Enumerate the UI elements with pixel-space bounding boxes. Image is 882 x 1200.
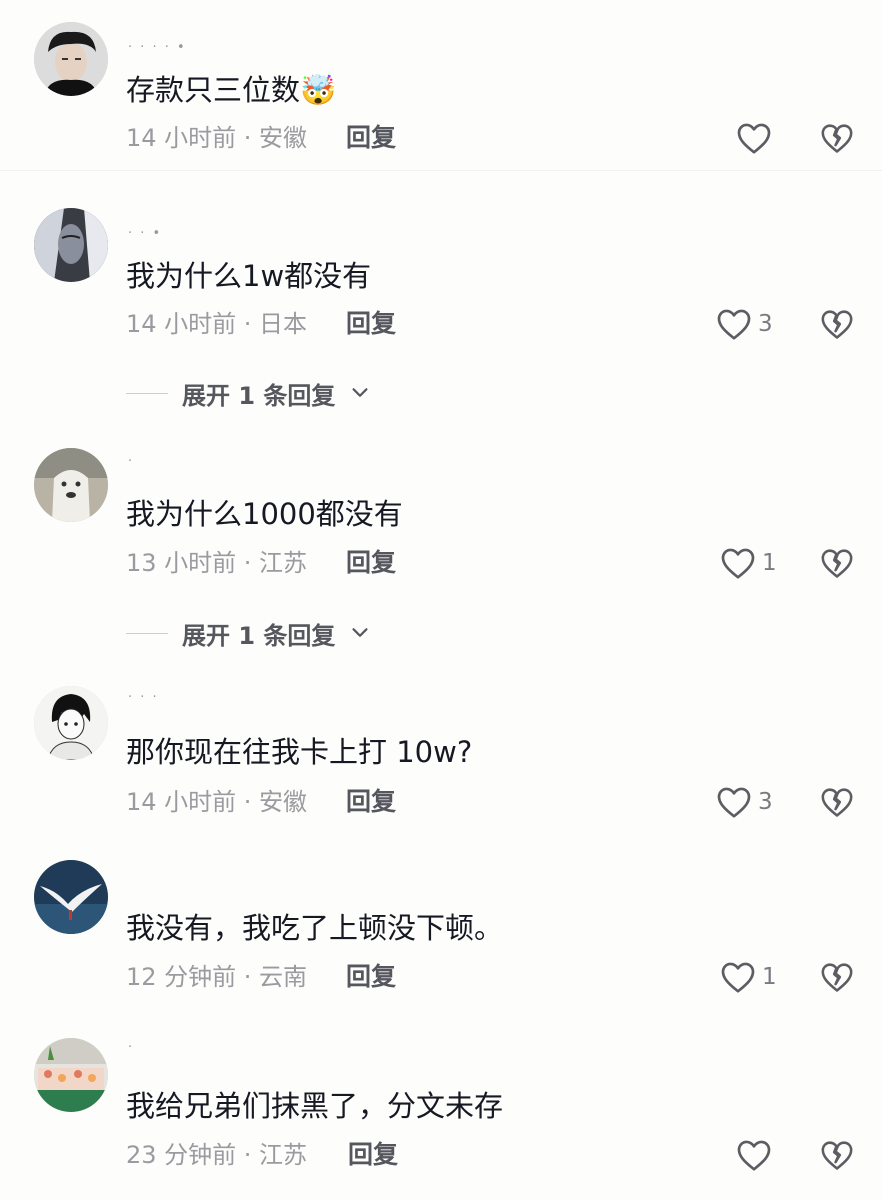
like-button[interactable]: 3 bbox=[716, 307, 773, 341]
broken-heart-icon[interactable] bbox=[820, 960, 854, 994]
like-count: 1 bbox=[762, 550, 777, 576]
comment-item: · · · · • 存款只三位数🤯 14 小时前 · 安徽 回复 bbox=[0, 0, 882, 160]
chevron-down-icon bbox=[352, 628, 368, 637]
comment-meta: 23 分钟前 · 江苏 bbox=[126, 1141, 308, 1169]
reply-button[interactable]: 回复 bbox=[348, 1140, 398, 1170]
reply-button[interactable]: 回复 bbox=[346, 548, 396, 578]
avatar[interactable] bbox=[34, 208, 108, 282]
comment-item: 我没有，我吃了上顿没下顿。 12 分钟前 · 云南 回复 1 bbox=[0, 840, 882, 1000]
broken-heart-icon[interactable] bbox=[820, 1138, 854, 1172]
avatar[interactable] bbox=[34, 686, 108, 760]
username[interactable]: · bbox=[128, 454, 134, 468]
comment-text: 那你现在往我卡上打 10w? bbox=[126, 735, 473, 769]
like-count: 3 bbox=[758, 789, 773, 815]
broken-heart-icon[interactable] bbox=[820, 307, 854, 341]
comment-meta: 12 分钟前 · 云南 bbox=[126, 963, 308, 991]
comment-text: 我为什么1w都没有 bbox=[126, 259, 372, 293]
comment-meta: 14 小时前 · 日本 bbox=[126, 310, 308, 338]
broken-heart-icon[interactable] bbox=[820, 546, 854, 580]
comment-text: 我给兄弟们抹黑了，分文未存 bbox=[126, 1089, 504, 1123]
expand-replies-button[interactable]: 展开 1 条回复 bbox=[126, 378, 371, 410]
broken-heart-icon[interactable] bbox=[820, 785, 854, 819]
username[interactable]: · · · · • bbox=[128, 40, 187, 54]
heart-outline-icon bbox=[717, 787, 751, 818]
comment-text: 我没有，我吃了上顿没下顿。 bbox=[126, 911, 504, 945]
expand-replies-label: 展开 1 条回复 bbox=[182, 381, 336, 410]
chevron-down-icon bbox=[352, 388, 368, 397]
comment-meta: 14 小时前 · 安徽 bbox=[126, 124, 308, 152]
expand-replies-button[interactable]: 展开 1 条回复 bbox=[126, 618, 371, 650]
comment-item: · 我为什么1000都没有 13 小时前 · 江苏 回复 1 bbox=[0, 426, 882, 586]
expand-divider bbox=[126, 632, 168, 634]
comment-meta: 13 小时前 · 江苏 bbox=[126, 549, 308, 577]
heart-outline-icon bbox=[717, 309, 751, 340]
reply-button[interactable]: 回复 bbox=[346, 787, 396, 817]
comment-text-content: 存款只三位数 bbox=[126, 73, 301, 107]
like-button[interactable]: 3 bbox=[716, 785, 773, 819]
like-button[interactable] bbox=[736, 121, 778, 155]
like-button[interactable] bbox=[736, 1138, 778, 1172]
heart-outline-icon bbox=[737, 1140, 771, 1171]
avatar[interactable] bbox=[34, 1038, 108, 1112]
heart-outline-icon bbox=[721, 548, 755, 579]
like-count: 1 bbox=[762, 964, 777, 990]
comment-item: · 我给兄弟们抹黑了，分文未存 23 分钟前 · 江苏 回复 bbox=[0, 1018, 882, 1178]
username[interactable]: · bbox=[128, 1040, 134, 1054]
heart-outline-icon bbox=[737, 123, 771, 154]
avatar[interactable] bbox=[34, 860, 108, 934]
heart-outline-icon bbox=[721, 962, 755, 993]
comment-meta: 14 小时前 · 安徽 bbox=[126, 788, 308, 816]
avatar[interactable] bbox=[34, 22, 108, 96]
reply-button[interactable]: 回复 bbox=[346, 962, 396, 992]
divider bbox=[0, 170, 882, 171]
broken-heart-icon[interactable] bbox=[820, 121, 854, 155]
comment-item: · · • 我为什么1w都没有 14 小时前 · 日本 回复 3 bbox=[0, 186, 882, 346]
username[interactable]: · · · bbox=[128, 690, 159, 704]
expand-replies-label: 展开 1 条回复 bbox=[182, 621, 336, 650]
avatar[interactable] bbox=[34, 448, 108, 522]
comment-text: 我为什么1000都没有 bbox=[126, 497, 403, 531]
username[interactable]: · · • bbox=[128, 226, 162, 240]
comment-text: 存款只三位数🤯 bbox=[126, 72, 336, 108]
like-button[interactable]: 1 bbox=[720, 960, 777, 994]
like-count: 3 bbox=[758, 311, 773, 337]
reply-button[interactable]: 回复 bbox=[346, 309, 396, 339]
comment-item: · · · 那你现在往我卡上打 10w? 14 小时前 · 安徽 回复 3 bbox=[0, 664, 882, 824]
like-button[interactable]: 1 bbox=[720, 546, 777, 580]
expand-divider bbox=[126, 392, 168, 394]
face-exhaling-emoji: 🤯 bbox=[300, 73, 337, 107]
reply-button[interactable]: 回复 bbox=[346, 123, 396, 153]
